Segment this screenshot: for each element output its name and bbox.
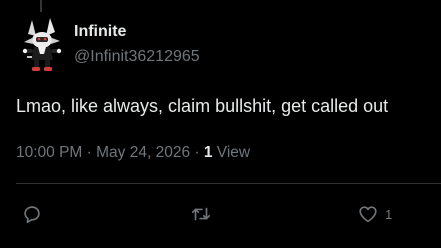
heart-icon [359, 206, 377, 223]
reply-button[interactable] [21, 202, 49, 226]
tweet-time[interactable]: 10:00 PM [16, 144, 82, 161]
like-count: 1 [385, 206, 393, 222]
like-button[interactable]: 1 [357, 202, 392, 226]
author-display-name[interactable]: Infinite [74, 22, 200, 42]
views-label[interactable]: View [212, 144, 250, 161]
meta-separator: · [190, 144, 204, 161]
reply-icon [24, 206, 40, 224]
retweet-icon [191, 207, 211, 221]
thread-connector-line [40, 0, 42, 12]
tweet-date[interactable]: May 24, 2026 [96, 144, 190, 161]
avatar[interactable] [18, 16, 66, 74]
tweet-text: Lmao, like always, claim bullshit, get c… [16, 96, 389, 116]
meta-separator: · [82, 144, 97, 161]
tweet-meta: 10:00 PM · May 24, 2026 · 1 View [16, 143, 250, 163]
divider [16, 183, 441, 184]
author-handle[interactable]: @Infinit36212965 [74, 47, 200, 67]
fox-character-avatar-icon [22, 18, 62, 71]
retweet-button[interactable] [190, 202, 218, 226]
author-info: Infinite @Infinit36212965 [74, 22, 200, 67]
